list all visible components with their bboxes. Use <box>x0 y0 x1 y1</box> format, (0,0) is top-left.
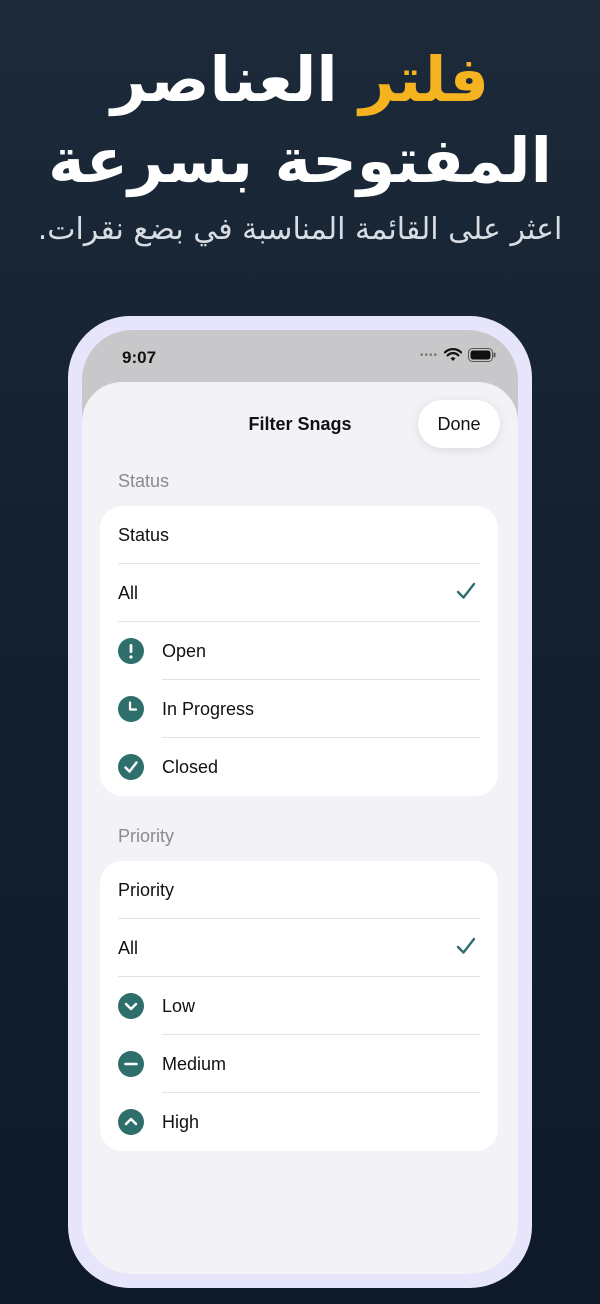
wifi-icon <box>444 348 462 361</box>
hero-banner: فلتر العناصر المفتوحة بسرعة اعثر على الق… <box>0 40 600 247</box>
priority-option-all[interactable]: All <box>100 919 498 977</box>
priority-picker-label: Priority <box>118 879 175 900</box>
status-option-closed[interactable]: Closed <box>100 738 498 796</box>
checkmark-circle-icon <box>118 754 144 780</box>
battery-icon <box>468 348 496 362</box>
priority-picker-row[interactable]: Priority <box>100 861 498 919</box>
status-section-header: Status <box>118 471 170 491</box>
priority-option-label: Low <box>162 995 196 1016</box>
minus-circle-icon <box>118 1051 144 1077</box>
status-bar: 9:07 •••• <box>82 330 518 382</box>
signal-dots-icon: •••• <box>419 349 438 361</box>
filter-sheet: Filter Snags Done Status Status All Open… <box>82 382 518 1274</box>
status-option-label: Open <box>162 640 207 661</box>
phone-screen: 9:07 •••• Filter Snags Done Status Statu… <box>82 330 518 1274</box>
done-button[interactable]: Done <box>418 400 500 448</box>
chevron-up-circle-icon <box>118 1109 144 1135</box>
priority-option-medium[interactable]: Medium <box>100 1035 498 1093</box>
status-option-all[interactable]: All <box>100 564 498 622</box>
status-card: Status All Open In Progress Closed <box>100 506 498 796</box>
hero-title-line2: المفتوحة بسرعة <box>48 124 552 197</box>
checkmark-icon <box>456 582 476 599</box>
exclamation-circle-icon <box>118 638 144 664</box>
priority-option-label: Medium <box>162 1053 227 1074</box>
priority-option-label: High <box>162 1111 200 1132</box>
status-option-open[interactable]: Open <box>100 622 498 680</box>
hero-title-line1: فلتر العناصر <box>0 40 600 120</box>
checkmark-icon <box>456 937 476 954</box>
phone-frame: 9:07 •••• Filter Snags Done Status Statu… <box>68 316 532 1288</box>
hero-title-rest: العناصر <box>111 43 338 116</box>
priority-card: Priority All Low Medium High <box>100 861 498 1151</box>
status-picker-label: Status <box>118 524 170 545</box>
status-option-label: In Progress <box>162 698 255 719</box>
status-time: 9:07 <box>122 348 157 367</box>
status-all-label: All <box>118 582 139 603</box>
status-option-in-progress[interactable]: In Progress <box>100 680 498 738</box>
clock-circle-icon <box>118 696 144 722</box>
status-option-label: Closed <box>162 756 219 777</box>
priority-all-label: All <box>118 937 139 958</box>
hero-title-accent: فلتر <box>359 43 489 116</box>
priority-option-high[interactable]: High <box>100 1093 498 1151</box>
hero-subtitle: اعثر على القائمة المناسبة في بضع نقرات. <box>37 212 563 247</box>
status-icons: •••• <box>420 348 496 362</box>
priority-option-low[interactable]: Low <box>100 977 498 1035</box>
chevron-down-circle-icon <box>118 993 144 1019</box>
priority-section-header: Priority <box>118 826 175 846</box>
status-picker-row[interactable]: Status <box>100 506 498 564</box>
